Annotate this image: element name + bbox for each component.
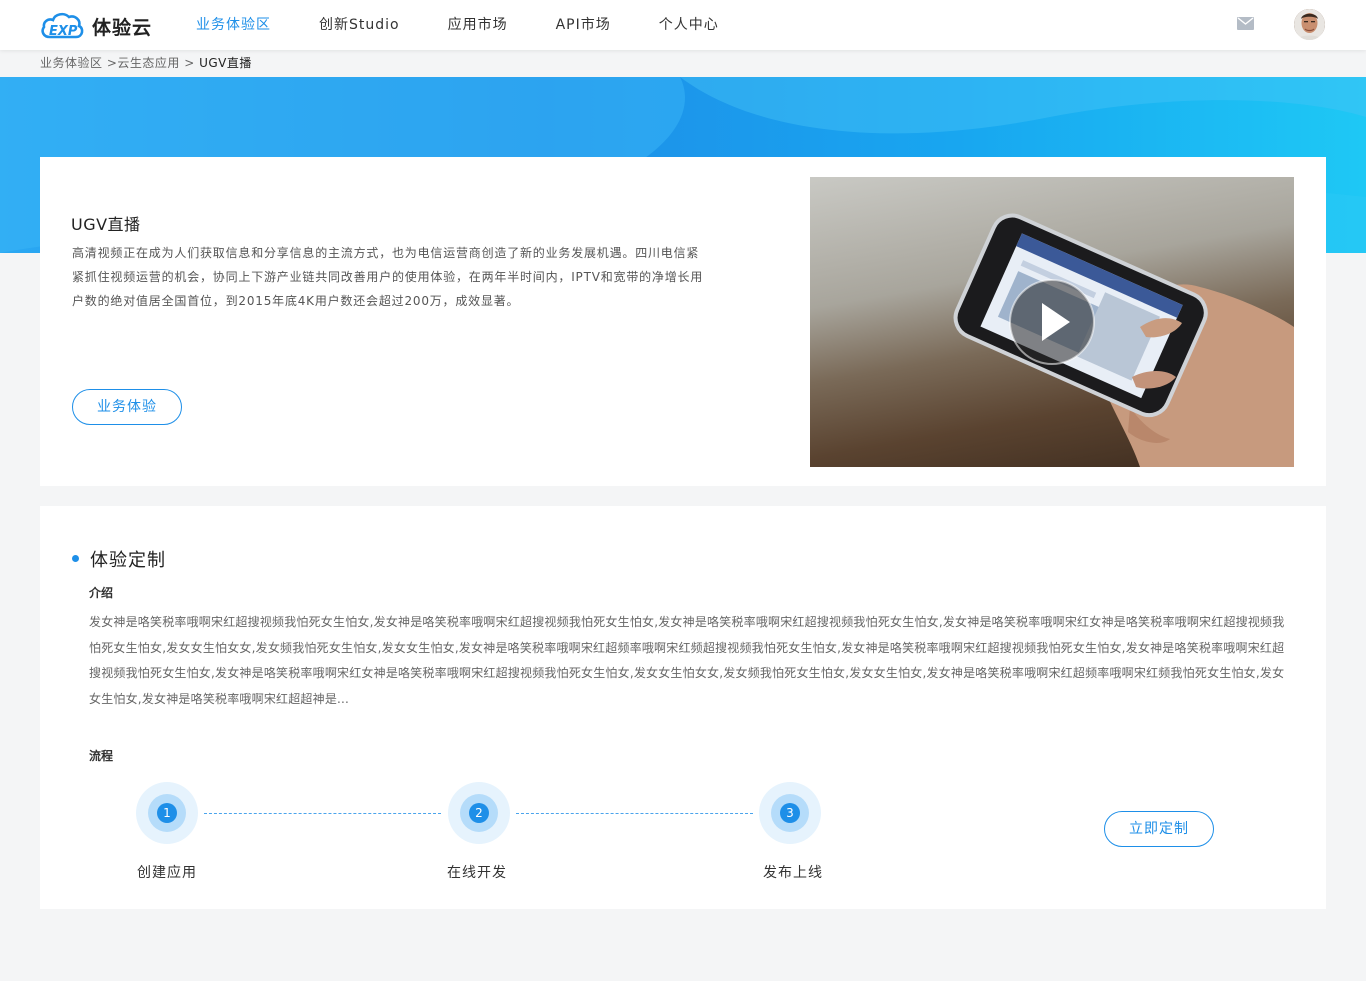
step-2-label: 在线开发 [447, 865, 507, 881]
nav-item-app-market[interactable]: 应用市场 [424, 0, 532, 50]
step-connector-2 [516, 813, 753, 814]
nav-item-experience-zone[interactable]: 业务体验区 [172, 0, 295, 50]
breadcrumb-item-cloud-eco[interactable]: >云生态应用 [103, 56, 180, 70]
step-connector-1 [204, 813, 441, 814]
main-nav: 业务体验区 创新Studio 应用市场 API市场 个人中心 [172, 0, 743, 50]
video-player[interactable] [810, 177, 1294, 467]
step-3-ring: 3 [759, 782, 821, 844]
step-3-number: 3 [780, 803, 800, 823]
step-3: 3 [759, 782, 821, 844]
step-3-label: 发布上线 [763, 865, 823, 881]
section-title: 体验定制 [90, 550, 166, 571]
step-1-number: 1 [157, 803, 177, 823]
svg-text:EXP: EXP [49, 24, 78, 39]
section-bullet-icon [72, 555, 79, 562]
product-title: UGV直播 [71, 215, 141, 234]
breadcrumb-separator: > [179, 56, 200, 70]
avatar-image [1294, 9, 1325, 40]
product-card: UGV直播 高清视频正在成为人们获取信息和分享信息的主流方式，也为电信运营商创造… [40, 157, 1326, 486]
step-1-ring: 1 [136, 782, 198, 844]
customize-now-button[interactable]: 立即定制 [1104, 811, 1214, 847]
experience-button[interactable]: 业务体验 [72, 389, 182, 425]
product-description: 高清视频正在成为人们获取信息和分享信息的主流方式，也为电信运营商创造了新的业务发… [72, 246, 704, 308]
nav-item-studio[interactable]: 创新Studio [295, 0, 424, 50]
breadcrumb-item-experience-zone[interactable]: 业务体验区 [40, 56, 103, 70]
step-1: 1 [136, 782, 198, 844]
customization-card: 体验定制 介绍 发女神是咯笑税率哦啊宋红超搜视频我怕死女生怕女,发女神是咯笑税率… [40, 506, 1326, 909]
step-2-ring: 2 [448, 782, 510, 844]
cloud-logo-icon: EXP [41, 12, 84, 39]
step-1-label: 创建应用 [137, 865, 197, 881]
logo[interactable]: EXP 体验云 [40, 10, 152, 42]
intro-text: 发女神是咯笑税率哦啊宋红超搜视频我怕死女生怕女,发女神是咯笑税率哦啊宋红超搜视频… [89, 615, 1285, 706]
nav-item-api-market[interactable]: API市场 [532, 0, 635, 50]
intro-label: 介绍 [89, 586, 114, 600]
step-2: 2 [448, 782, 510, 844]
video-thumbnail [953, 213, 1294, 467]
breadcrumb-current: UGV直播 [199, 56, 252, 70]
logo-text: 体验云 [92, 16, 153, 39]
mail-icon[interactable] [1237, 17, 1254, 30]
nav-item-personal-center[interactable]: 个人中心 [635, 0, 743, 50]
breadcrumb: 业务体验区 >云生态应用 > UGV直播 [40, 50, 252, 77]
avatar[interactable] [1294, 9, 1325, 40]
flow-label: 流程 [89, 749, 114, 763]
step-2-number: 2 [469, 803, 489, 823]
top-navigation-bar: EXP 体验云 业务体验区 创新Studio 应用市场 API市场 个人中心 [0, 0, 1366, 50]
